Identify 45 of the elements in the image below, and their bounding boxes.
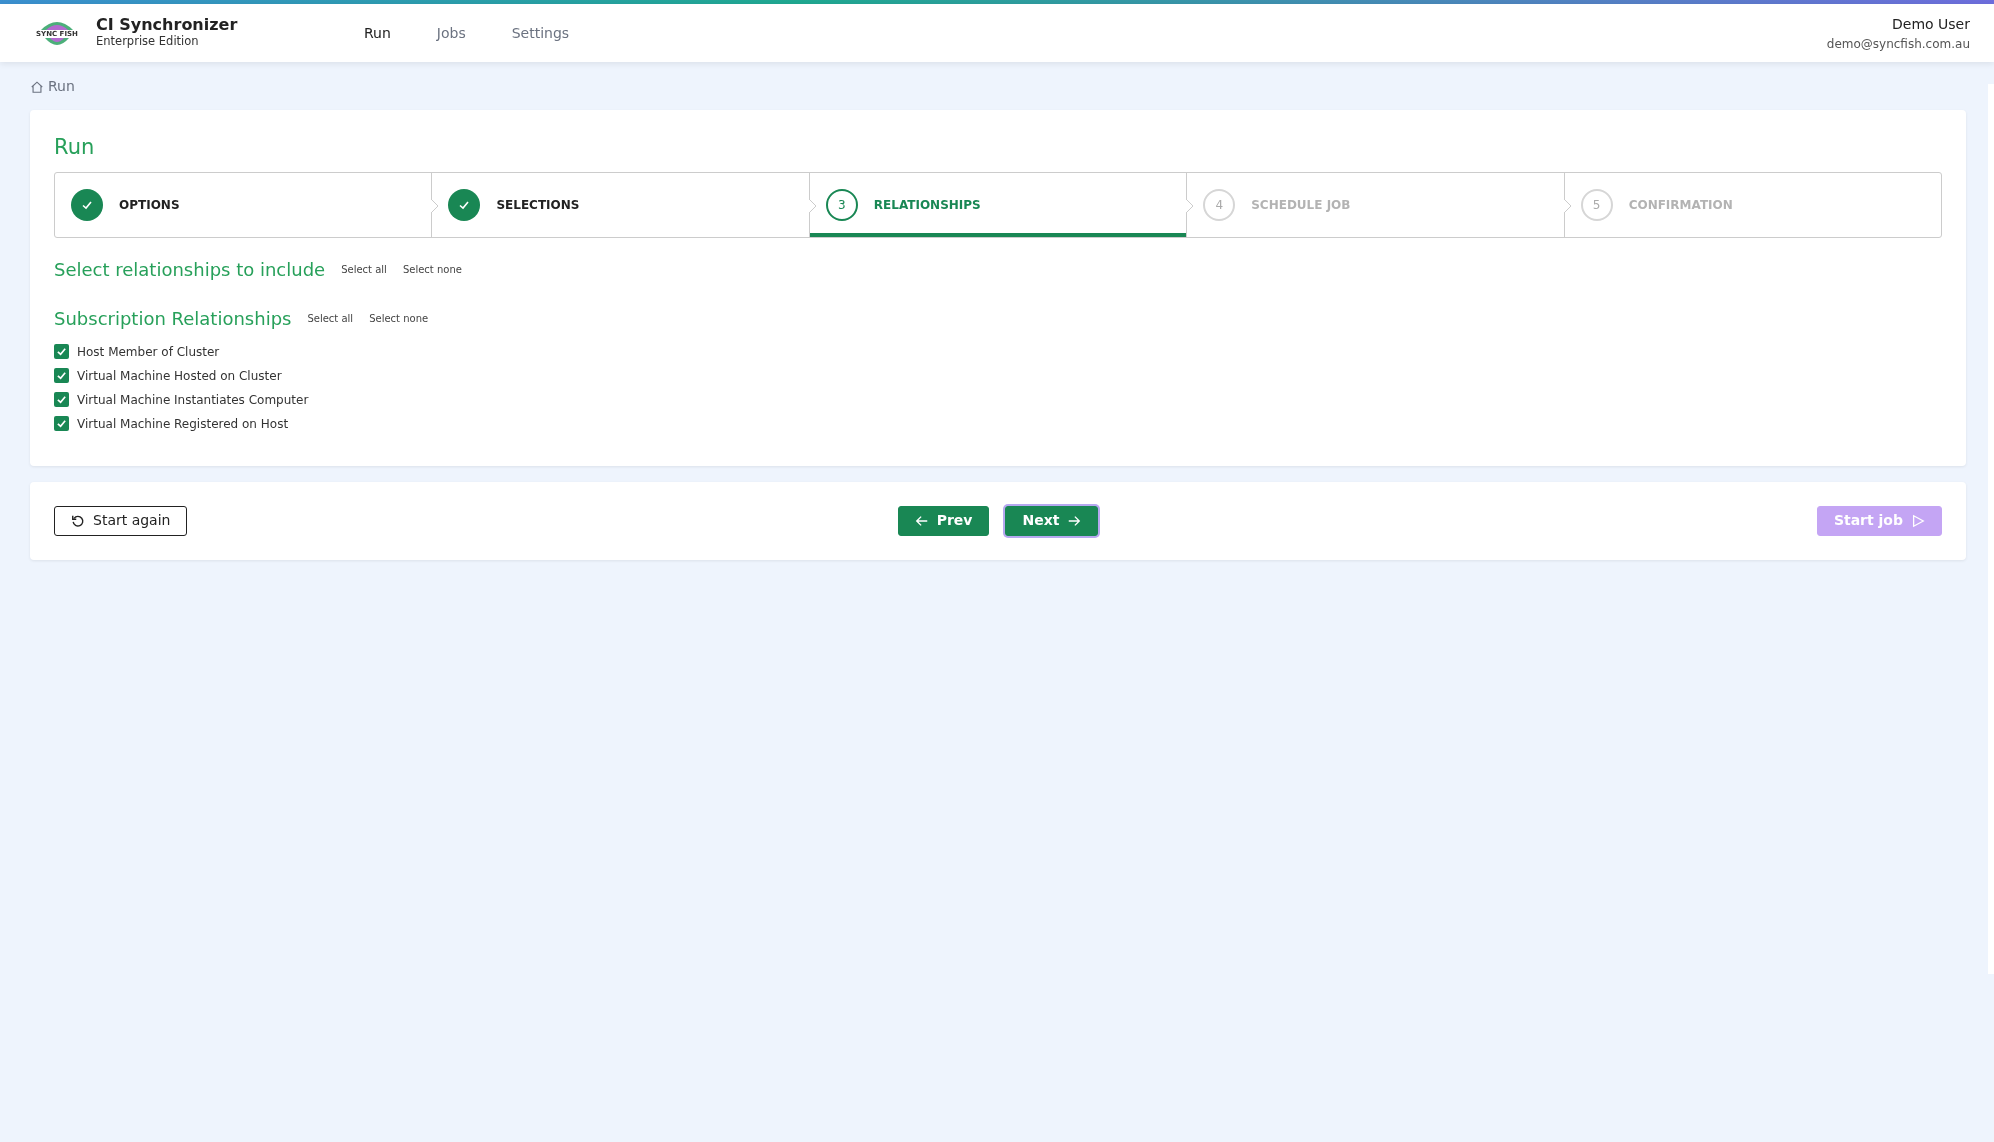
check-icon	[56, 370, 67, 381]
select-none-link[interactable]: Select none	[402, 261, 462, 277]
arrow-right-icon	[1067, 513, 1082, 528]
checkbox[interactable]	[54, 392, 69, 407]
step-tab[interactable]: 3 RELATIONSHIPS	[808, 172, 1187, 237]
step-tab[interactable]: OPTIONS	[55, 172, 432, 237]
checkbox[interactable]	[54, 368, 69, 383]
arrow-left-icon	[914, 513, 929, 528]
section-heading: Subscription Relationships	[54, 306, 292, 331]
home-icon[interactable]	[30, 79, 44, 94]
checkbox-label: Virtual Machine Registered on Host	[77, 415, 289, 433]
chevron-icon	[431, 198, 440, 213]
start-again-button[interactable]: Start again	[54, 505, 188, 536]
app-title: CI Synchronizer	[96, 15, 238, 34]
next-button[interactable]: Next	[1005, 505, 1099, 536]
section-heading: Select relationships to include	[54, 257, 326, 282]
restart-icon	[71, 513, 85, 528]
nav-link[interactable]: Jobs	[436, 22, 466, 44]
user-email: demo@syncfish.com.au	[1826, 35, 1970, 53]
app-edition: Enterprise Edition	[96, 33, 200, 51]
checkbox-label: Virtual Machine Hosted on Cluster	[77, 367, 282, 385]
step-circle: 5	[1580, 188, 1613, 221]
checkbox-label: Virtual Machine Instantiates Computer	[77, 391, 309, 409]
chevron-icon	[808, 198, 817, 213]
select-all-link[interactable]: Select all	[307, 310, 354, 326]
nav-link[interactable]: Run	[364, 22, 391, 44]
select-none-link[interactable]: Select none	[369, 310, 429, 326]
step-circle: 4	[1203, 188, 1236, 221]
step-tab[interactable]: SELECTIONS	[431, 172, 809, 237]
chevron-icon	[1563, 198, 1572, 213]
checkbox[interactable]	[54, 416, 69, 431]
step-circle: 3	[825, 188, 858, 221]
user-name: Demo User	[1891, 14, 1970, 34]
nav-link[interactable]: Settings	[511, 22, 570, 44]
breadcrumb-link[interactable]: Run	[48, 76, 75, 97]
select-all-link[interactable]: Select all	[341, 261, 387, 277]
check-icon	[56, 394, 67, 405]
chevron-icon	[1186, 198, 1195, 213]
check-icon	[56, 418, 67, 429]
checkbox-label: Host Member of Cluster	[77, 343, 220, 361]
checkbox[interactable]	[54, 344, 69, 359]
check-icon	[56, 346, 67, 357]
page-title: Run	[54, 134, 96, 161]
play-icon	[1911, 513, 1925, 528]
prev-button[interactable]: Prev	[897, 505, 990, 536]
